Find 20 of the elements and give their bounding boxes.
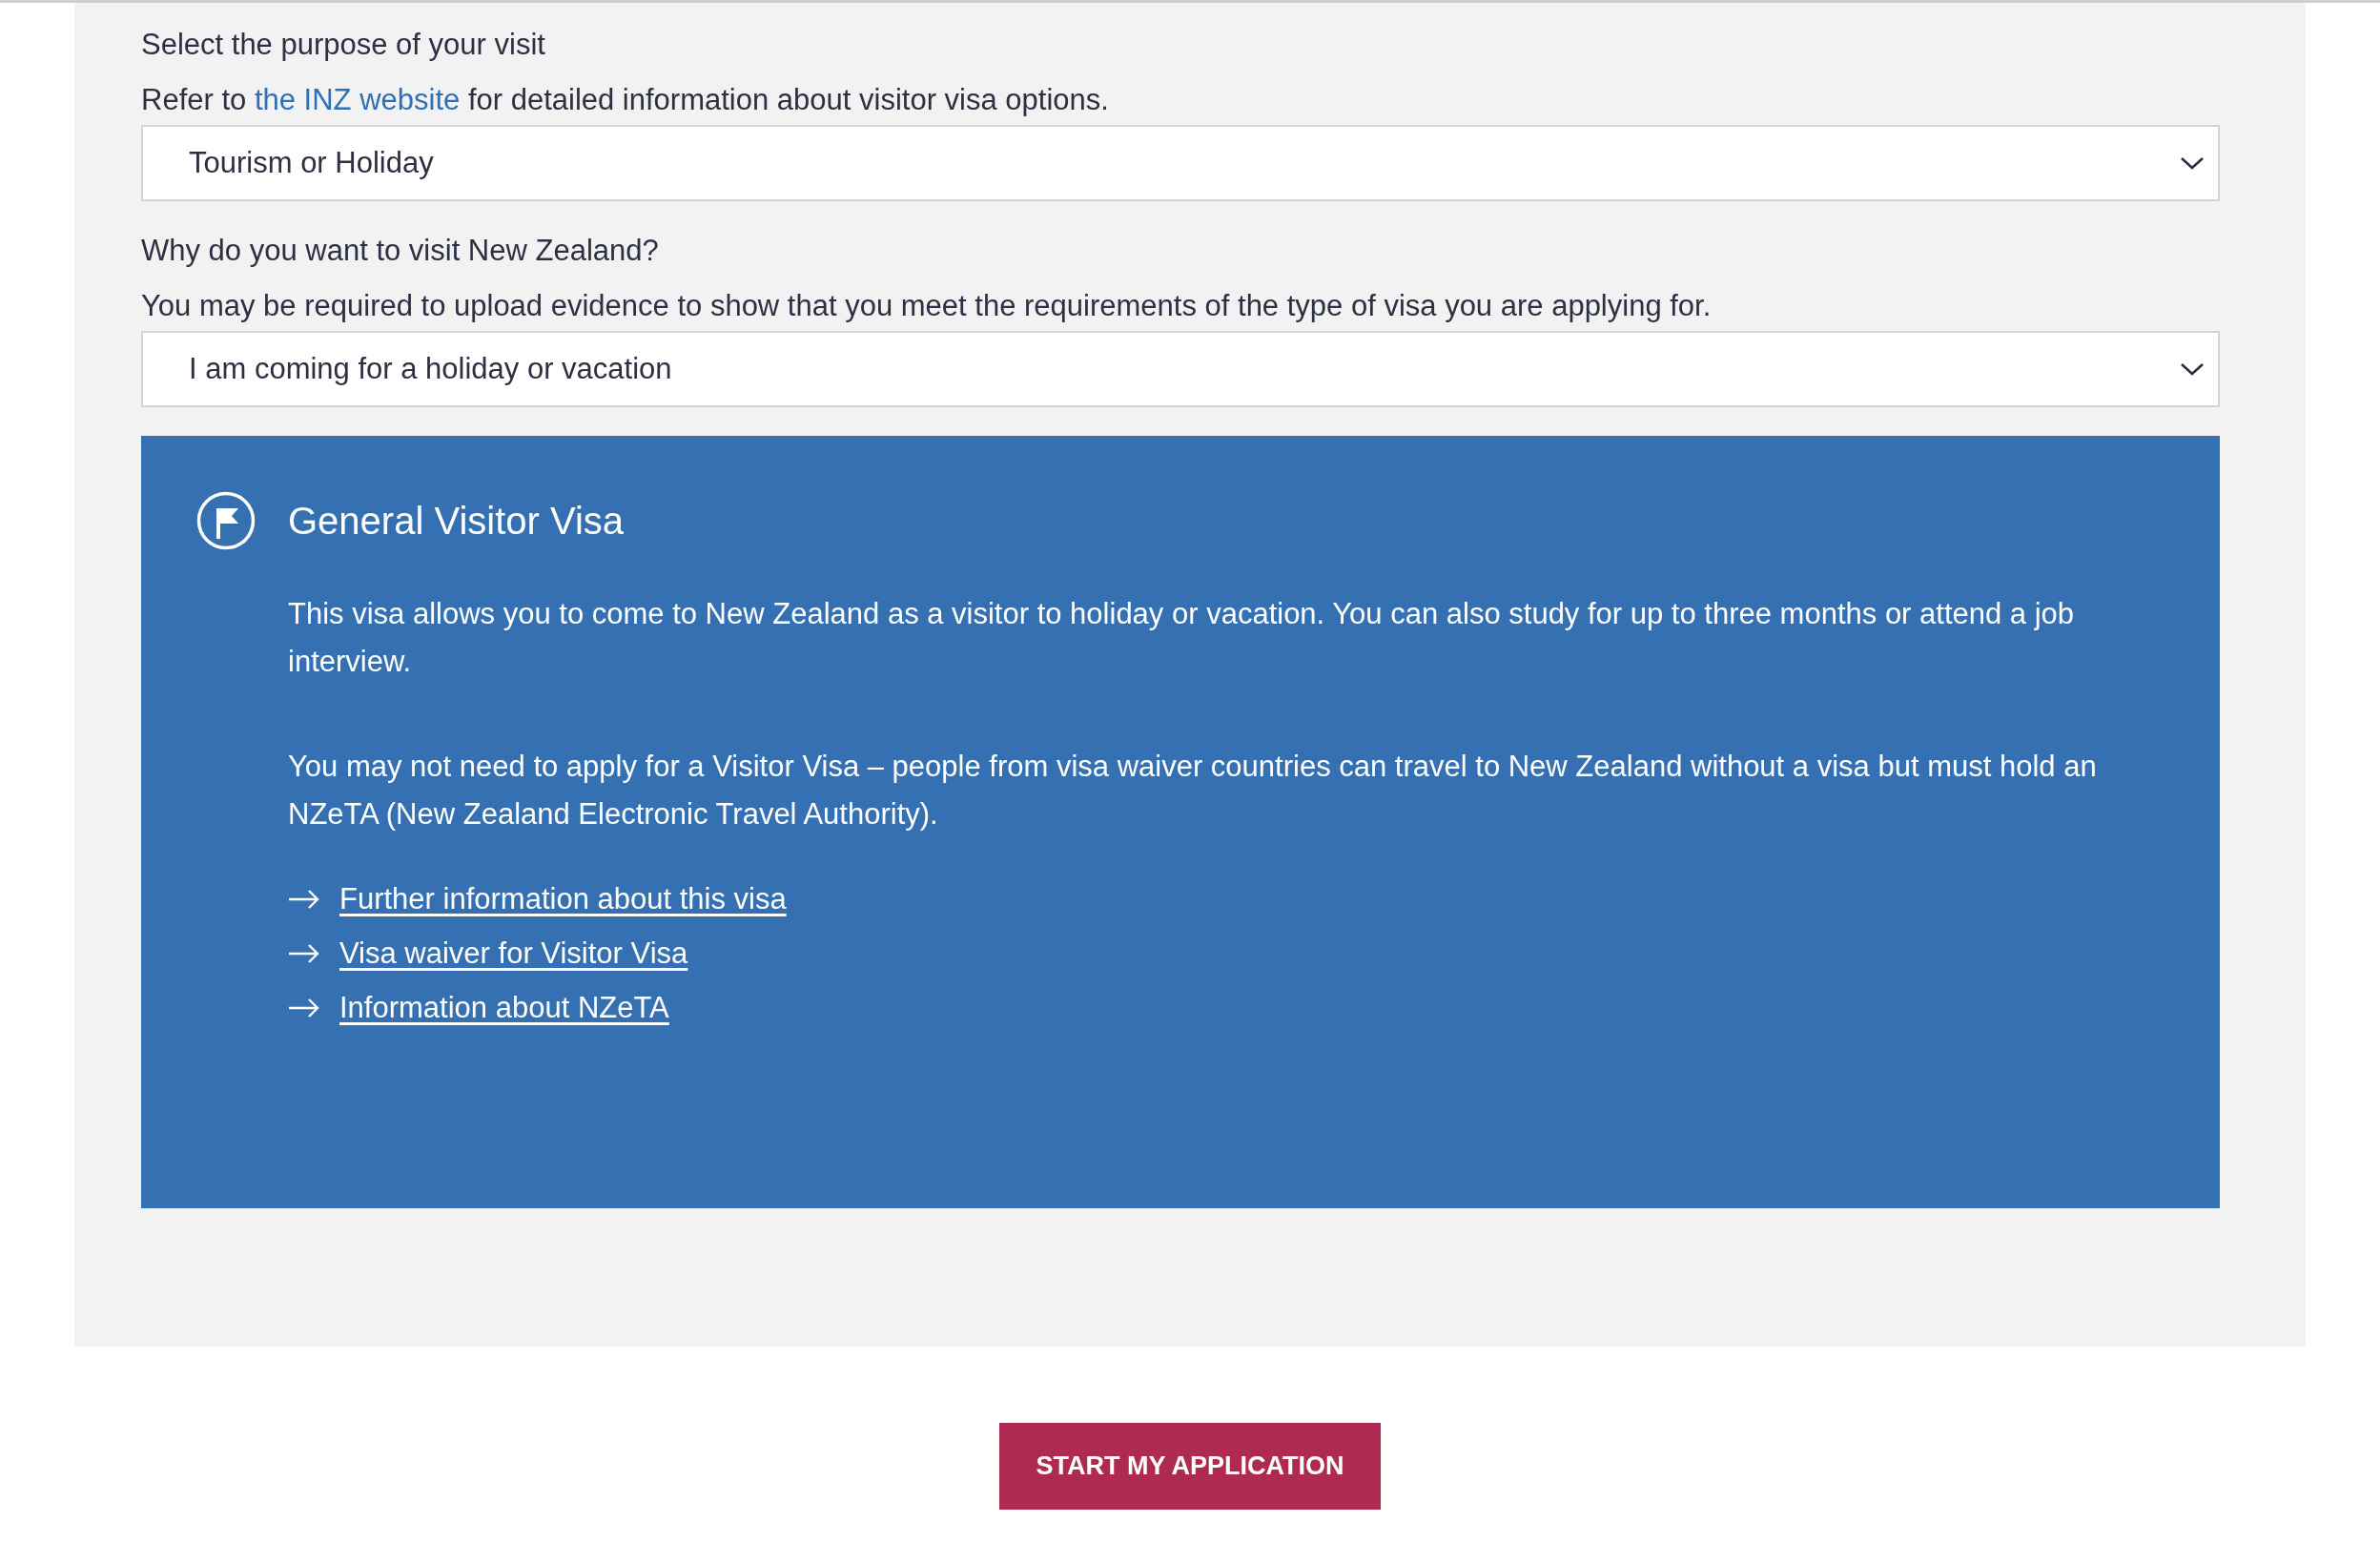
- arrow-right-icon: [288, 998, 320, 1018]
- chevron-down-icon: [2180, 155, 2205, 171]
- select-dropdown[interactable]: I am coming for a holiday or vacation: [141, 331, 2220, 407]
- chevron-down-icon: [2180, 361, 2205, 377]
- info-link[interactable]: Further information about this visa: [339, 880, 787, 918]
- arrow-right-icon: [288, 943, 320, 964]
- info-link[interactable]: Information about NZeTA: [339, 989, 669, 1027]
- select-dropdown[interactable]: Tourism or Holiday: [141, 125, 2220, 201]
- field-hint: Refer to the INZ website for detailed information about visitor visa options.: [141, 82, 1110, 118]
- field-label: Select the purpose of your visit: [141, 27, 546, 63]
- card-paragraph: This visa allows you to come to New Zealand as a visitor to holiday or vacation. You can also study for up to three months or attend a job interview.: [288, 596, 2076, 680]
- inz-website-link[interactable]: the INZ website: [254, 83, 461, 116]
- field-label: Why do you want to visit New Zealand?: [141, 233, 660, 269]
- start-application-button[interactable]: START MY APPLICATION: [999, 1423, 1381, 1510]
- field-hint: You may be required to upload evidence to show that you meet the requirements of the type of visa you are applying for.: [141, 288, 1713, 324]
- arrow-right-icon: [288, 889, 320, 910]
- info-link[interactable]: Visa waiver for Visitor Visa: [339, 935, 688, 973]
- card-paragraph: You may not need to apply for a Visitor Visa – people from visa waiver countries can travel to New Zealand without a visa but must hold an NZeTA (New Zealand Electronic Travel Authority).: [288, 749, 2098, 833]
- card-title: General Visitor Visa: [288, 499, 625, 543]
- flag-icon: [196, 491, 256, 550]
